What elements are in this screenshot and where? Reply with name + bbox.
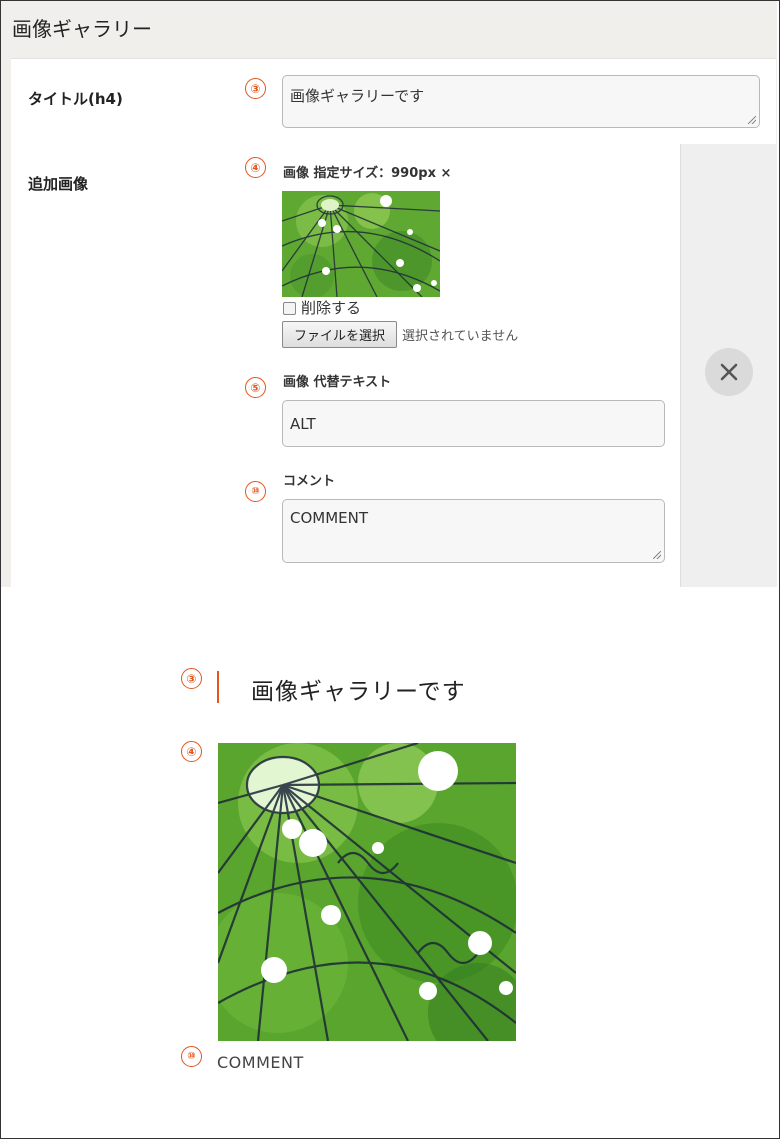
comment-value: COMMENT <box>290 509 369 527</box>
heading-accent-bar <box>217 671 219 703</box>
gazebo-photo <box>218 743 516 1041</box>
alt-text-input[interactable]: ALT <box>282 400 665 447</box>
marker-badge: ⑤ <box>245 377 266 398</box>
marker-badge: ③ <box>181 668 202 689</box>
preview-comment: COMMENT <box>217 1053 304 1072</box>
image-thumbnail <box>282 191 440 297</box>
alt-text-value: ALT <box>290 415 316 433</box>
marker-badge: ⑩ <box>245 481 266 502</box>
close-icon <box>720 363 738 381</box>
file-status-text: 選択されていません <box>402 329 519 344</box>
panel-title: 画像ギャラリー <box>12 17 152 41</box>
resize-grip-icon[interactable] <box>653 551 661 559</box>
title-input-value: 画像ギャラリーです <box>290 87 425 105</box>
remove-row-button[interactable] <box>705 348 753 396</box>
title-input[interactable]: 画像ギャラリーです <box>282 75 760 128</box>
choose-file-button[interactable]: ファイルを選択 <box>282 321 397 348</box>
preview-heading: 画像ギャラリーです <box>251 679 466 705</box>
delete-checkbox[interactable] <box>283 302 296 315</box>
image-field-label: 追加画像 <box>28 175 89 193</box>
marker-badge: ④ <box>181 741 202 762</box>
marker-badge: ③ <box>245 78 266 99</box>
gazebo-photo-thumbnail <box>282 191 440 297</box>
preview-image <box>218 743 516 1041</box>
image-size-label: 画像 指定サイズ：990px × <box>283 166 452 181</box>
marker-badge: ⑩ <box>181 1046 202 1067</box>
comment-label: コメント <box>283 474 336 489</box>
title-field-label: タイトル(h4) <box>28 90 123 108</box>
comment-textarea[interactable]: COMMENT <box>282 499 665 563</box>
delete-checkbox-label: 削除する <box>301 299 362 317</box>
marker-badge: ④ <box>245 157 266 178</box>
resize-grip-icon[interactable] <box>748 116 756 124</box>
alt-text-label: 画像 代替テキスト <box>283 375 392 390</box>
